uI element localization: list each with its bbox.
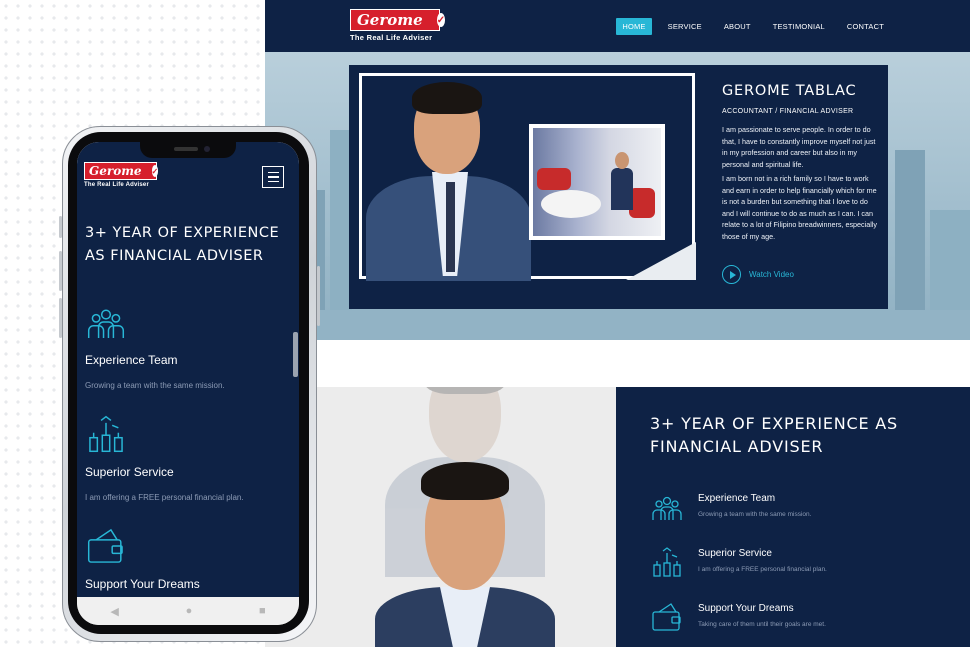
logo-tagline: The Real Life Adviser: [84, 182, 149, 188]
feature-description: Growing a team with the same mission.: [698, 511, 812, 518]
profile-name: GEROME TABLAC: [722, 83, 857, 99]
watch-video-button[interactable]: Watch Video: [722, 265, 794, 284]
feature-title: Superior Service: [698, 548, 772, 559]
wallet-icon: [87, 528, 123, 563]
mobile-experience-heading: 3+ YEAR OF EXPERIENCE AS FINANCIAL ADVIS…: [85, 225, 280, 264]
team-icon: [652, 496, 682, 520]
feature-title: Superior Service: [85, 465, 174, 479]
office-photo: [529, 124, 665, 240]
bio-paragraph: I am passionate to serve people. In orde…: [722, 125, 876, 169]
feature-title: Support Your Dreams: [698, 603, 794, 614]
phone-mockup: Gerome ✓ The Real Life Adviser 3+ YEAR OF…: [59, 126, 320, 642]
mobile-feature-experience-team: Experience Team Growing a team with the …: [85, 302, 225, 390]
android-nav-bar: ◀ ● ■: [77, 597, 299, 625]
hamburger-menu-icon[interactable]: [262, 166, 284, 188]
check-icon: ✓: [436, 13, 446, 27]
phone-screen: Gerome ✓ The Real Life Adviser 3+ YEAR OF…: [77, 142, 299, 625]
logo-wordmark: Gerome: [357, 11, 423, 29]
profile-role: ACCOUNTANT / FINANCIAL ADVISER: [722, 108, 854, 115]
nav-about[interactable]: ABOUT: [718, 18, 757, 35]
feature-description: Taking care of them until their goals ar…: [698, 621, 826, 628]
watch-video-label: Watch Video: [749, 270, 794, 279]
logo-wordmark: Gerome: [89, 164, 142, 178]
check-icon: ✓: [151, 165, 159, 177]
phone-notch: [140, 142, 236, 158]
top-navigation-bar: Gerome ✓ The Real Life Adviser HOME SERVI…: [265, 0, 970, 52]
wallet-icon: [652, 603, 681, 631]
bio-paragraph: I am born not in a rich family so I have…: [722, 174, 878, 241]
mobile-website: Gerome ✓ The Real Life Adviser 3+ YEAR OF…: [77, 142, 299, 614]
team-icon: [87, 309, 125, 339]
experience-section: 3+ YEAR OF EXPERIENCE AS FINANCIAL ADVIS…: [265, 387, 970, 647]
logo-tagline: The Real Life Adviser: [350, 33, 433, 42]
feature-description: I am offering a FREE personal financial …: [698, 566, 827, 573]
feature-superior-service: Superior Service I am offering a FREE pe…: [650, 547, 827, 577]
feature-experience-team: Experience Team Growing a team with the …: [650, 492, 811, 522]
nav-home[interactable]: HOME: [616, 18, 652, 35]
play-icon: [722, 265, 741, 284]
mockup-stage: Gerome ✓ The Real Life Adviser HOME SERVI…: [0, 0, 970, 647]
recent-apps-icon[interactable]: ■: [259, 605, 266, 617]
feature-description: I am offering a FREE personal financial …: [85, 493, 244, 502]
nav-testimonial[interactable]: TESTIMONIAL: [767, 18, 831, 35]
profile-card: GEROME TABLAC ACCOUNTANT / FINANCIAL ADV…: [349, 65, 888, 309]
adviser-portrait-panel: [265, 387, 616, 647]
profile-photo-frame: [359, 73, 696, 281]
adviser-portrait: [375, 462, 555, 647]
profile-portrait: [362, 76, 542, 281]
feature-title: Experience Team: [85, 353, 178, 367]
back-icon[interactable]: ◀: [110, 605, 118, 618]
feature-description: Growing a team with the same mission.: [85, 381, 225, 390]
main-nav: HOME SERVICE ABOUT TESTIMONIAL CONTACT: [616, 18, 890, 35]
home-icon[interactable]: ●: [186, 605, 193, 617]
mobile-brand-logo[interactable]: Gerome ✓ The Real Life Adviser: [84, 162, 159, 188]
profile-bio: GEROME TABLAC ACCOUNTANT / FINANCIAL ADV…: [722, 83, 877, 242]
desktop-website: Gerome ✓ The Real Life Adviser HOME SERVI…: [265, 0, 970, 647]
experience-panel: 3+ YEAR OF EXPERIENCE AS FINANCIAL ADVIS…: [616, 387, 970, 647]
nav-contact[interactable]: CONTACT: [841, 18, 890, 35]
scrollbar-thumb[interactable]: [293, 332, 298, 377]
feature-title: Experience Team: [698, 493, 776, 504]
brand-logo[interactable]: Gerome ✓ The Real Life Adviser: [350, 9, 446, 42]
experience-heading: 3+ YEAR OF EXPERIENCE AS FINANCIAL ADVIS…: [650, 414, 898, 456]
feature-title: Support Your Dreams: [85, 577, 200, 591]
hands-icon: [89, 415, 123, 453]
feature-support-dreams: Support Your Dreams Taking care of them …: [650, 602, 826, 632]
nav-service[interactable]: SERVICE: [662, 18, 708, 35]
mobile-feature-superior-service: Superior Service I am offering a FREE pe…: [85, 414, 244, 502]
hands-icon: [653, 547, 681, 577]
